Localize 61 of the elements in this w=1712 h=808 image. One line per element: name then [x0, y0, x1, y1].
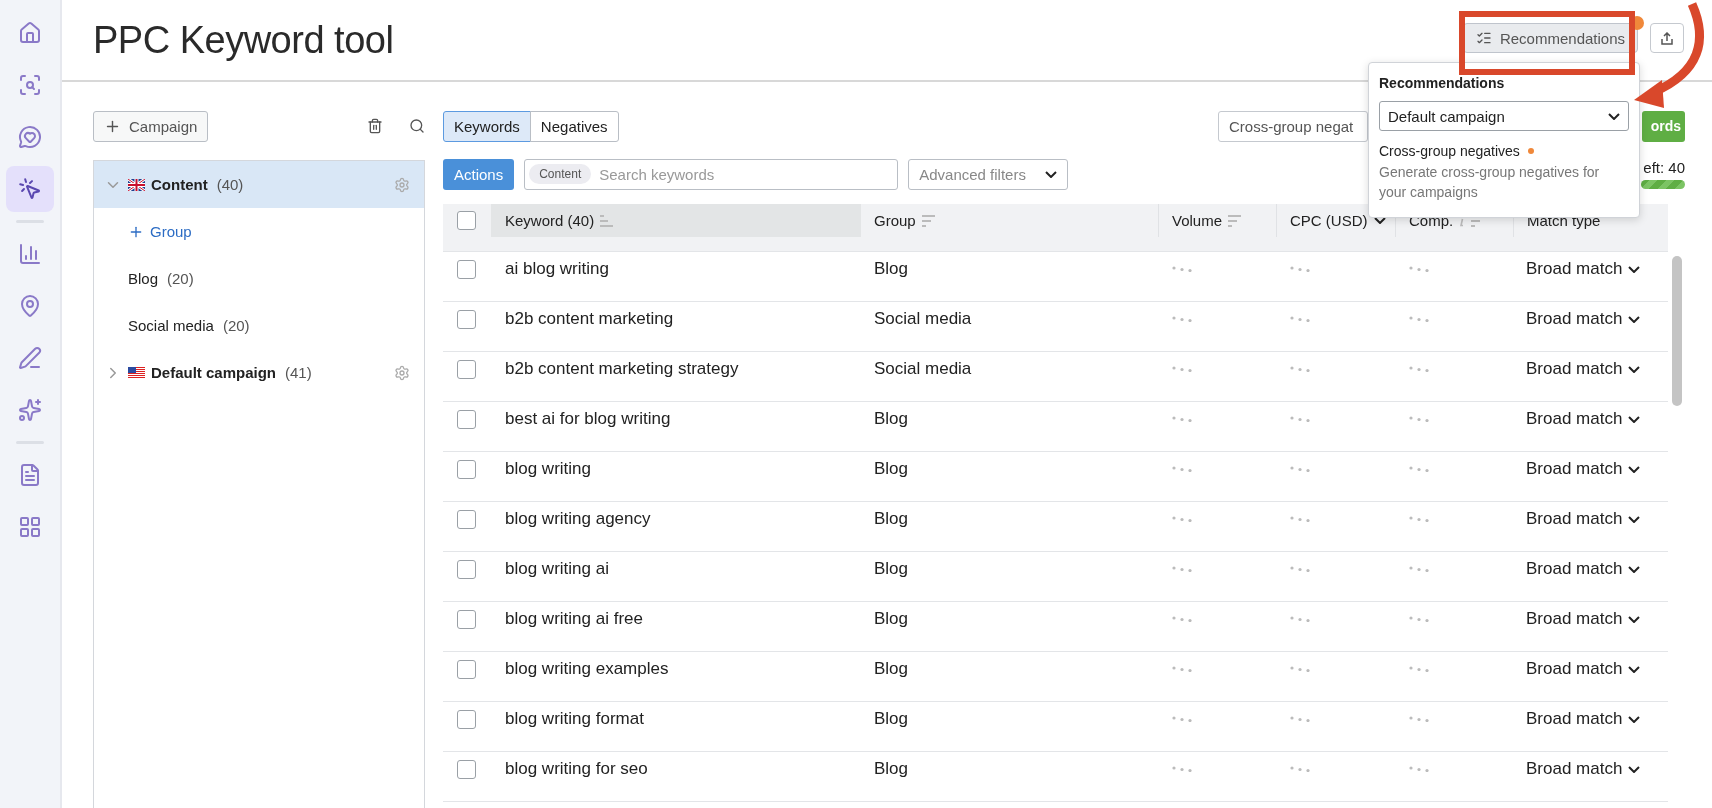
group-cell: Social media [874, 309, 972, 330]
filter-chip[interactable]: Content [529, 164, 592, 184]
group-cell: Blog [874, 759, 909, 780]
group-cell: Blog [874, 509, 909, 530]
search-field[interactable]: Content Search keywords [524, 158, 899, 190]
keyword-cell: blog writing ai [505, 559, 609, 580]
match-type-dropdown[interactable]: Broad match [1526, 259, 1641, 280]
keyword-cell: b2b content marketing [505, 309, 674, 330]
group-cell: Social media [874, 359, 972, 380]
campaign-name: Default campaign [151, 364, 277, 381]
match-type-dropdown[interactable]: Broad match [1526, 659, 1641, 680]
recommendation-description: Generate cross-group negatives for your campaigns [1379, 163, 1601, 203]
cross-group-field[interactable]: Cross-group negat [1218, 110, 1368, 142]
match-type-dropdown[interactable]: Broad match [1526, 559, 1641, 580]
column-header[interactable]: Volume [1158, 204, 1276, 237]
keyword-cell: b2b content marketing strategy [505, 359, 739, 380]
keyword-cell: blog writing examples [505, 659, 669, 680]
group-cell: Blog [874, 609, 909, 630]
group-count: (20) [167, 270, 194, 287]
keywords-left-label: eft: 40 [1643, 159, 1685, 176]
column-header[interactable]: Keyword (40) [491, 204, 861, 237]
keyword-cell: best ai for blog writing [505, 409, 671, 430]
group-name[interactable]: Blog [128, 270, 159, 287]
match-type-dropdown[interactable]: Broad match [1526, 609, 1641, 630]
group-name[interactable]: Social media [128, 317, 214, 334]
match-type-dropdown[interactable]: Broad match [1526, 409, 1641, 430]
campaign-select[interactable]: Default campaign [1379, 101, 1629, 131]
match-type-dropdown[interactable]: Broad match [1526, 459, 1641, 480]
group-cell: Blog [874, 559, 909, 580]
keyword-cell: ai blog writing [505, 259, 609, 280]
campaign-item[interactable]: Content (40) [94, 161, 424, 208]
add-group-link[interactable]: Group [150, 223, 192, 240]
group-cell: Blog [874, 709, 909, 730]
recommendations-button[interactable]: Recommendations [1462, 23, 1638, 53]
page-title: PPC Keyword tool [93, 18, 395, 62]
match-type-dropdown[interactable]: Broad match [1526, 709, 1641, 730]
recommendation-title[interactable]: Cross-group negatives [1379, 143, 1629, 159]
group-cell: Blog [874, 409, 909, 430]
keyword-cell: blog writing for seo [505, 759, 648, 780]
group-cell: Blog [874, 659, 909, 680]
campaign-item[interactable]: Default campaign (41) [94, 349, 424, 396]
match-type-dropdown[interactable]: Broad match [1526, 359, 1641, 380]
tab[interactable]: Negatives [529, 110, 619, 142]
keyword-cell: blog writing [505, 459, 591, 480]
keyword-cell: blog writing agency [505, 509, 651, 530]
popover-title: Recommendations [1379, 75, 1506, 91]
group-cell: Blog [874, 259, 909, 280]
match-type-dropdown[interactable]: Broad match [1526, 309, 1641, 330]
keyword-cell: blog writing ai free [505, 609, 643, 630]
campaign-count: (40) [216, 176, 244, 193]
match-type-dropdown[interactable]: Broad match [1526, 759, 1641, 780]
keyword-cell: blog writing format [505, 709, 644, 730]
column-header[interactable]: Group [861, 204, 1158, 237]
campaign-name: Content [151, 176, 208, 193]
tab[interactable]: Keywords [443, 110, 531, 142]
campaign-count: (41) [285, 364, 312, 381]
group-count: (20) [222, 317, 250, 334]
add-campaign-button[interactable]: Campaign [93, 110, 209, 142]
group-cell: Blog [874, 459, 909, 480]
match-type-dropdown[interactable]: Broad match [1526, 509, 1641, 530]
advanced-filters-dropdown[interactable]: Advanced filters [908, 158, 1069, 190]
